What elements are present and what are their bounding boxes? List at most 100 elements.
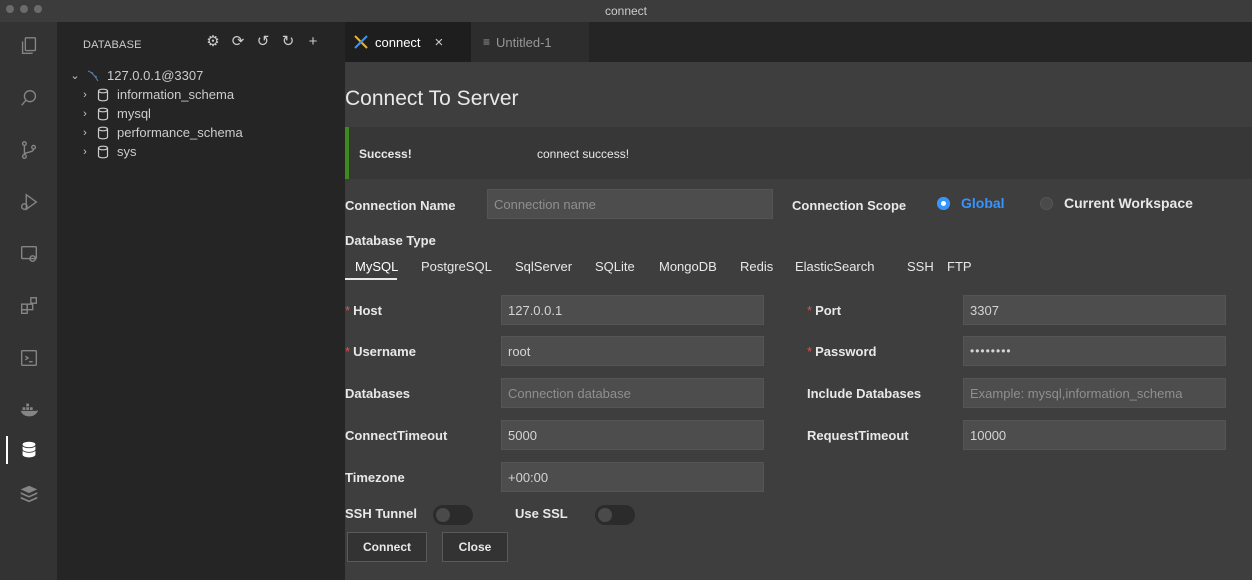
activity-bar xyxy=(0,22,57,580)
timezone-input[interactable]: +00:00 xyxy=(501,462,764,492)
tab-ssh[interactable]: SSH xyxy=(907,259,934,274)
database-type-label: Database Type xyxy=(345,233,436,248)
tab-sqlserver[interactable]: SqlServer xyxy=(515,259,572,274)
extensions-icon xyxy=(20,297,37,315)
source-control-icon xyxy=(21,141,36,159)
database-icon xyxy=(95,106,111,122)
window-title: connect xyxy=(604,4,648,18)
activity-run-debug[interactable] xyxy=(0,182,57,222)
connection-node[interactable]: ⌄ 127.0.0.1@3307 xyxy=(57,66,345,85)
database-item-performance_schema[interactable]: › performance_schema xyxy=(57,123,345,142)
mysql-dolphin-icon xyxy=(85,68,101,84)
activity-database[interactable] xyxy=(0,430,57,470)
files-icon xyxy=(21,37,36,55)
database-icon xyxy=(95,144,111,160)
database-label: mysql xyxy=(117,106,151,121)
database-label: sys xyxy=(117,144,137,159)
activity-nosql[interactable] xyxy=(0,474,57,514)
tab-ftp[interactable]: FTP xyxy=(947,259,972,274)
ssh-tunnel-label: SSH Tunnel xyxy=(345,506,417,521)
history-icon[interactable]: ↺ xyxy=(255,34,271,50)
tab-label: Untitled-1 xyxy=(496,34,552,50)
alert-message: connect success! xyxy=(537,147,630,161)
connect-timeout-label: ConnectTimeout xyxy=(345,428,448,443)
connection-tree: ⌄ 127.0.0.1@3307 › information_schema › … xyxy=(57,66,345,161)
request-timeout-input[interactable]: 10000 xyxy=(963,420,1226,450)
text-file-icon: ≡ xyxy=(483,35,491,49)
password-input[interactable]: •••••••• xyxy=(963,336,1226,366)
host-input[interactable]: 127.0.0.1 xyxy=(501,295,764,325)
username-input[interactable]: root xyxy=(501,336,764,366)
scope-option-label: Current Workspace xyxy=(1064,195,1193,211)
terminal-icon xyxy=(20,349,37,367)
tab-mongodb[interactable]: MongoDB xyxy=(659,259,717,274)
add-icon[interactable]: + xyxy=(305,34,321,50)
reload-icon[interactable]: ↻ xyxy=(280,34,296,50)
port-label: * Port xyxy=(807,303,842,318)
chevron-right-icon: › xyxy=(83,126,87,139)
host-label: * Host xyxy=(345,303,382,318)
nosql-icon xyxy=(20,485,37,503)
password-label: * Password xyxy=(807,344,877,359)
database-icon xyxy=(22,441,35,458)
activity-extensions[interactable] xyxy=(0,286,57,326)
chevron-right-icon: › xyxy=(83,145,87,158)
chevron-right-icon: › xyxy=(83,88,87,101)
port-input[interactable]: 3307 xyxy=(963,295,1226,325)
alert-title: Success! xyxy=(359,147,412,161)
databases-input[interactable]: Connection database xyxy=(501,378,764,408)
settings-icon[interactable]: ⚙ xyxy=(205,34,221,50)
database-item-sys[interactable]: › sys xyxy=(57,142,345,161)
database-sidebar: DATABASE ⚙ ⟳ ↺ ↻ + ⌄ 127.0.0.1@3307 › in… xyxy=(57,22,345,580)
database-label: information_schema xyxy=(117,87,235,102)
activity-source-control[interactable] xyxy=(0,130,57,170)
use-ssl-label: Use SSL xyxy=(515,506,568,521)
request-timeout-label: RequestTimeout xyxy=(807,428,909,443)
refresh-icon[interactable]: ⟳ xyxy=(230,34,246,50)
page-title: Connect To Server xyxy=(345,87,519,110)
tab-untitled-1[interactable]: ≡ Untitled-1 xyxy=(471,22,589,62)
database-label: performance_schema xyxy=(117,125,243,140)
connect-form: Connect To Server Success! connect succe… xyxy=(345,62,1252,580)
connect-button[interactable]: Connect xyxy=(347,532,427,562)
database-item-information_schema[interactable]: › information_schema xyxy=(57,85,345,104)
scope-current-workspace-radio[interactable]: Current Workspace xyxy=(1040,195,1193,211)
close-icon[interactable]: × xyxy=(435,34,444,51)
connection-name-input[interactable]: Connection name xyxy=(487,189,773,219)
search-icon xyxy=(20,89,36,106)
connect-timeout-input[interactable]: 5000 xyxy=(501,420,764,450)
close-button[interactable]: Close xyxy=(442,532,508,562)
radio-selected-icon xyxy=(937,196,950,210)
sidebar-header: DATABASE ⚙ ⟳ ↺ ↻ + xyxy=(57,22,345,66)
include-databases-label: Include Databases xyxy=(807,386,922,401)
activity-search[interactable] xyxy=(0,78,57,118)
timezone-label: Timezone xyxy=(345,470,405,485)
database-icon xyxy=(95,87,111,103)
connection-scope-label: Connection Scope xyxy=(792,198,907,213)
activity-remote-explorer[interactable] xyxy=(0,234,57,274)
database-type-tabs: MySQL PostgreSQL SqlServer SQLite MongoD… xyxy=(345,252,1045,280)
databases-label: Databases xyxy=(345,386,411,401)
ssh-tunnel-toggle[interactable] xyxy=(433,505,473,525)
editor-tabs: connect × ≡ Untitled-1 xyxy=(345,22,1252,62)
tab-elasticsearch[interactable]: ElasticSearch xyxy=(795,259,874,274)
tab-mysql[interactable]: MySQL xyxy=(355,259,398,274)
selected-tab-indicator xyxy=(345,278,397,280)
connection-name-label: Connection Name xyxy=(345,198,456,213)
tab-sqlite[interactable]: SQLite xyxy=(595,259,635,274)
username-label: * Username xyxy=(345,344,416,359)
success-alert: Success! connect success! xyxy=(345,127,1252,179)
tab-postgresql[interactable]: PostgreSQL xyxy=(421,259,492,274)
activity-terminal[interactable] xyxy=(0,338,57,378)
sidebar-title: DATABASE xyxy=(83,39,142,51)
tab-redis[interactable]: Redis xyxy=(740,259,773,274)
include-databases-input[interactable]: Example: mysql,information_schema xyxy=(963,378,1226,408)
scope-global-radio[interactable]: Global xyxy=(937,195,1005,211)
database-item-mysql[interactable]: › mysql xyxy=(57,104,345,123)
activity-docker[interactable] xyxy=(0,390,57,430)
use-ssl-toggle[interactable] xyxy=(595,505,635,525)
tab-connect[interactable]: connect × xyxy=(345,22,471,62)
connection-label: 127.0.0.1@3307 xyxy=(107,68,204,83)
database-icon xyxy=(95,125,111,141)
activity-explorer[interactable] xyxy=(0,26,57,66)
